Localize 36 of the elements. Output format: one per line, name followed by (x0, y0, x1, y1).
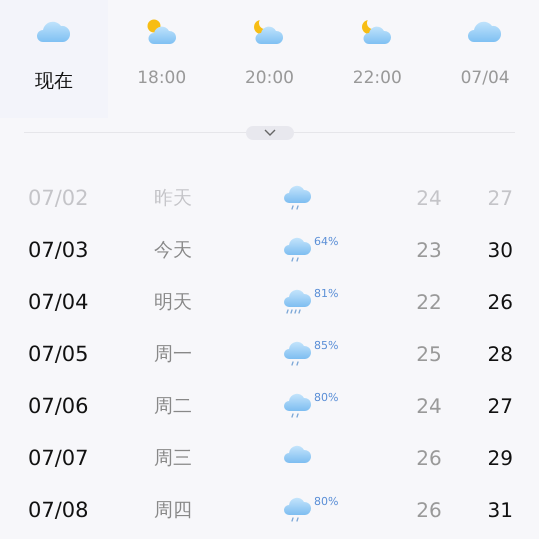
day-label: 今天 (154, 238, 193, 263)
precipitation-chance: 81% (314, 287, 338, 300)
high-temperature: 29 (486, 446, 513, 470)
day-label: 周一 (154, 342, 193, 367)
day-label: 周四 (154, 498, 193, 523)
low-temperature: 24 (415, 394, 443, 418)
low-temperature: 22 (415, 290, 443, 314)
expand-button[interactable] (246, 126, 294, 140)
hour-tab[interactable]: 18:00 (108, 0, 216, 118)
low-temperature: 26 (415, 446, 443, 470)
date-label: 07/08 (28, 498, 90, 522)
date-label: 07/07 (28, 446, 90, 470)
chevron-down-icon (264, 129, 276, 137)
high-temperature: 28 (486, 342, 513, 366)
high-temperature: 30 (486, 238, 513, 262)
precipitation-chance: 85% (314, 339, 338, 352)
high-temperature: 27 (486, 394, 513, 418)
date-label: 07/03 (28, 238, 90, 262)
hour-tab[interactable]: 22:00 (323, 0, 432, 118)
day-label: 周三 (154, 446, 193, 471)
high-temperature: 26 (486, 290, 513, 314)
hour-tab[interactable]: 20:00 (216, 0, 324, 118)
day-label: 明天 (154, 290, 193, 315)
precipitation-chance: 64% (314, 235, 338, 248)
hour-tab[interactable]: 现在 (0, 0, 108, 118)
precipitation-chance: 80% (314, 495, 338, 508)
low-temperature: 26 (415, 498, 443, 522)
low-temperature: 25 (415, 342, 443, 366)
date-label: 07/06 (28, 394, 90, 418)
day-label: 周二 (154, 394, 193, 419)
date-label: 07/05 (28, 342, 90, 366)
hour-tab[interactable]: 07/04 (431, 0, 539, 118)
high-temperature: 31 (486, 498, 513, 522)
date-label: 07/04 (28, 290, 90, 314)
low-temperature: 23 (415, 238, 443, 262)
precipitation-chance: 80% (314, 391, 338, 404)
